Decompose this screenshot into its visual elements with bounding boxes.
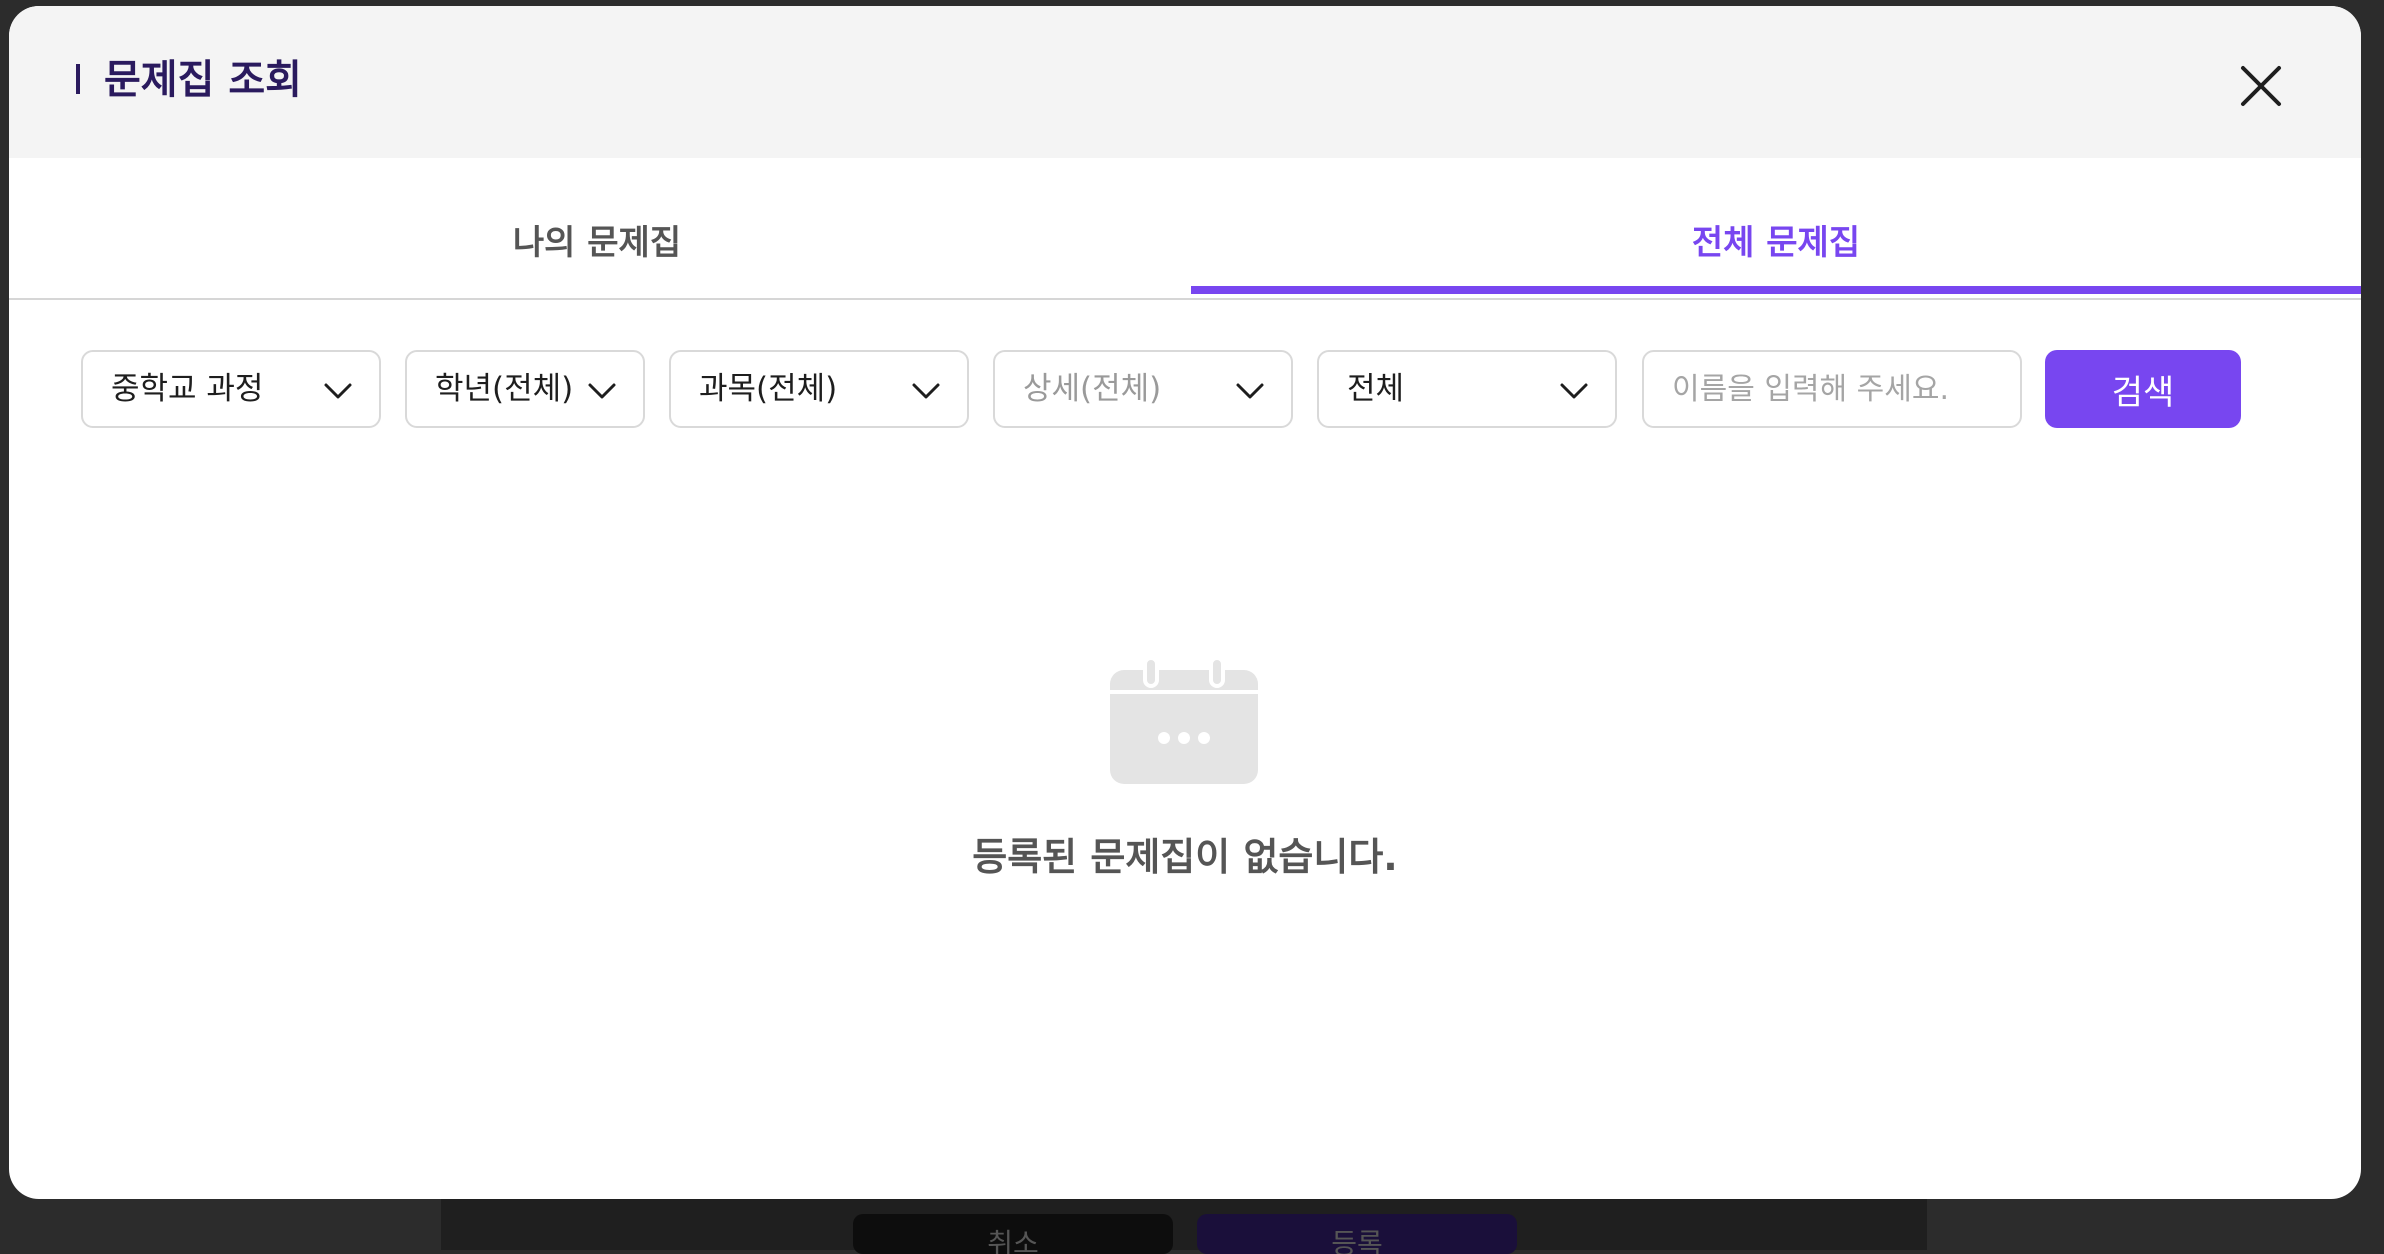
title-accent-bar <box>76 64 80 94</box>
background-cancel-button: 취소 <box>853 1214 1173 1254</box>
active-tab-indicator <box>1191 286 2361 294</box>
chevron-down-icon <box>1236 383 1264 399</box>
chevron-down-icon <box>588 383 616 399</box>
search-button[interactable]: 검색 <box>2045 350 2241 428</box>
modal-title: 문제집 조회 <box>104 57 302 103</box>
scope-select-label: 전체 <box>1347 371 1405 407</box>
name-search-input[interactable] <box>1642 350 2022 428</box>
tab-bar: 나의 문제집 전체 문제집 <box>9 158 2361 300</box>
empty-state-message: 등록된 문제집이 없습니다. <box>972 835 1398 879</box>
detail-select[interactable]: 상세(전체) <box>993 350 1293 428</box>
grade-select[interactable]: 학년(전체) <box>405 350 645 428</box>
close-icon <box>2241 66 2281 106</box>
scope-select[interactable]: 전체 <box>1317 350 1617 428</box>
problem-set-modal: 문제집 조회 나의 문제집 전체 문제집 중학교 과정 학년(전체) 과목(전체… <box>9 6 2361 1199</box>
tab-my-problem-sets[interactable]: 나의 문제집 <box>9 158 1185 298</box>
detail-select-label: 상세(전체) <box>1023 371 1162 407</box>
tab-all-problem-sets[interactable]: 전체 문제집 <box>1191 158 2361 298</box>
chevron-down-icon <box>1560 383 1588 399</box>
chevron-down-icon <box>912 383 940 399</box>
calendar-icon <box>1110 656 1258 784</box>
subject-select-label: 과목(전체) <box>699 371 838 407</box>
course-select[interactable]: 중학교 과정 <box>81 350 381 428</box>
grade-select-label: 학년(전체) <box>435 371 574 407</box>
background-panel <box>441 1190 1927 1250</box>
modal-header: 문제집 조회 <box>9 6 2361 158</box>
close-button[interactable] <box>2231 56 2291 116</box>
course-select-label: 중학교 과정 <box>111 371 264 407</box>
subject-select[interactable]: 과목(전체) <box>669 350 969 428</box>
background-confirm-button: 등록 <box>1197 1214 1517 1254</box>
chevron-down-icon <box>324 383 352 399</box>
